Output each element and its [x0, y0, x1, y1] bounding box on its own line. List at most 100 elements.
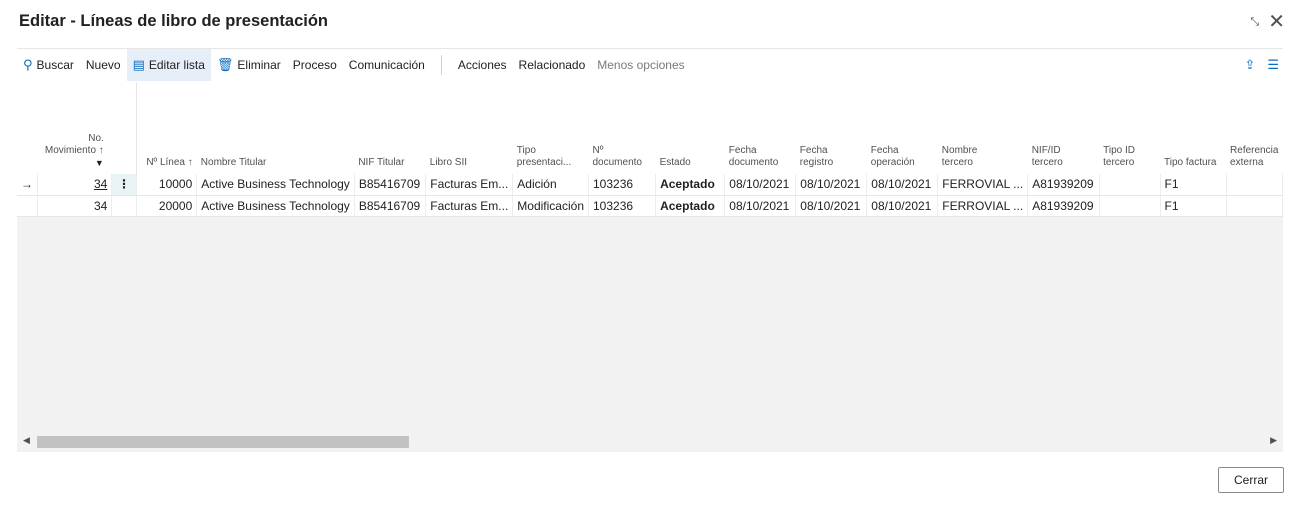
trash-icon: 🗑	[216, 56, 234, 72]
cell-estado[interactable]: Aceptado	[655, 195, 726, 217]
filter-icon[interactable]: ▼	[42, 157, 104, 169]
row-menu-cell[interactable]	[111, 195, 137, 217]
col-estado-label: Estado	[659, 157, 691, 168]
col-no-documento[interactable]: Nº documento	[588, 82, 656, 174]
nuevo-button[interactable]: Nuevo	[80, 49, 127, 81]
acciones-label: Acciones	[457, 57, 507, 72]
cell-no-movimiento[interactable]: 34	[37, 195, 113, 217]
proceso-label: Proceso	[292, 57, 337, 72]
horizontal-scrollbar[interactable]: ◀ ▶	[17, 434, 1283, 450]
title-bar: Editar - Líneas de libro de presentación…	[0, 0, 1299, 46]
relacionado-button[interactable]: Relacionado	[513, 49, 592, 81]
cell-fecha-documento[interactable]: 08/10/2021	[724, 174, 797, 196]
acciones-button[interactable]: Acciones	[452, 49, 513, 81]
cell-libro-sii[interactable]: Facturas Em...	[425, 195, 514, 217]
cell-fecha-operacion[interactable]: 08/10/2021	[866, 174, 939, 196]
search-icon: ⚲	[23, 56, 33, 72]
scroll-left-icon[interactable]: ◀	[23, 435, 30, 446]
cell-tipo-id-tercero[interactable]	[1099, 174, 1161, 196]
list-view-icon[interactable]: ☰	[1267, 57, 1279, 73]
cell-fecha-registro[interactable]: 08/10/2021	[795, 195, 868, 217]
share-icon[interactable]: ⇪	[1244, 57, 1255, 73]
col-fecha-operacion[interactable]: Fecha operación	[866, 82, 938, 174]
window-controls: ⤡ ✕	[1250, 12, 1285, 32]
col-fecha-documento-line2: documento	[728, 157, 779, 168]
cell-no-linea[interactable]: 10000	[136, 174, 198, 196]
col-estado[interactable]: Estado	[655, 82, 725, 174]
scroll-thumb[interactable]	[37, 436, 409, 448]
col-nombre-tercero[interactable]: Nombre tercero	[937, 82, 1028, 174]
cell-tipo-factura[interactable]: F1	[1160, 195, 1227, 217]
col-marker	[17, 82, 38, 174]
col-nif-titular[interactable]: NIF Titular	[354, 82, 426, 174]
cell-no-linea[interactable]: 20000	[136, 195, 198, 217]
cell-nif-tercero[interactable]: A81939209	[1027, 174, 1100, 196]
col-nombre-titular[interactable]: Nombre Titular	[196, 82, 355, 174]
col-no-linea[interactable]: Nº Línea ↑	[136, 82, 197, 174]
col-referencia-externa-line2: externa	[1230, 157, 1264, 168]
cell-nif-tercero[interactable]: A81939209	[1027, 195, 1100, 217]
cell-nombre-titular[interactable]: Active Business Technology	[196, 174, 355, 196]
editar-lista-button[interactable]: ▤ Editar lista	[126, 48, 211, 81]
col-no-movimiento-line2: Movimiento ↑	[44, 145, 104, 156]
collapse-icon[interactable]: ⤡	[1250, 16, 1259, 29]
comunicacion-button[interactable]: Comunicación	[343, 49, 431, 81]
col-tipo-id-tercero[interactable]: Tipo ID tercero	[1099, 82, 1161, 174]
eliminar-button[interactable]: 🗑 Eliminar	[211, 49, 287, 81]
cell-libro-sii[interactable]: Facturas Em...	[425, 174, 514, 196]
scroll-right-icon[interactable]: ▶	[1270, 435, 1277, 446]
col-tipo-factura[interactable]: Tipo factura	[1160, 82, 1227, 174]
cell-no-movimiento[interactable]: 34	[37, 174, 113, 196]
col-nombre-tercero-line2: tercero	[941, 157, 973, 168]
cerrar-button[interactable]: Cerrar	[1218, 467, 1284, 493]
cell-referencia-externa[interactable]	[1226, 174, 1283, 196]
cell-tipo-presentacion[interactable]: Adición	[512, 174, 589, 196]
col-nif-tercero[interactable]: NIF/ID tercero	[1027, 82, 1100, 174]
cell-fecha-operacion[interactable]: 08/10/2021	[866, 195, 939, 217]
cell-no-documento[interactable]: 103236	[588, 174, 657, 196]
cell-nif-titular[interactable]: B85416709	[354, 174, 427, 196]
edit-list-icon: ▤	[132, 56, 145, 72]
cell-tipo-id-tercero[interactable]	[1099, 195, 1161, 217]
table-row[interactable]: 34 20000 Active Business Technology B854…	[17, 195, 1283, 217]
buscar-button[interactable]: ⚲ Buscar	[17, 49, 80, 81]
cell-nombre-tercero[interactable]: FERROVIAL ...	[937, 195, 1029, 217]
close-icon[interactable]: ✕	[1268, 12, 1285, 32]
col-tipo-factura-label: Tipo factura	[1164, 157, 1217, 168]
header-row: No. Movimiento ↑ ▼ Nº Línea ↑ Nombre Tit…	[17, 82, 1283, 174]
cell-estado[interactable]: Aceptado	[655, 174, 726, 196]
col-no-documento-line2: documento	[592, 157, 642, 168]
row-menu-icon[interactable]: ⋮	[111, 174, 137, 196]
col-fecha-operacion-line1: Fecha	[870, 145, 899, 156]
menos-opciones-label: Menos opciones	[597, 57, 685, 72]
cell-referencia-externa[interactable]	[1226, 195, 1283, 217]
action-separator	[440, 54, 442, 75]
nuevo-label: Nuevo	[85, 57, 121, 72]
movimiento-link[interactable]: 34	[94, 177, 107, 191]
col-fecha-documento[interactable]: Fecha documento	[724, 82, 796, 174]
cell-fecha-registro[interactable]: 08/10/2021	[795, 174, 868, 196]
cell-tipo-presentacion[interactable]: Modificación	[512, 195, 589, 217]
table-row[interactable]: → 34 ⋮ 10000 Active Business Technology …	[17, 174, 1283, 196]
cell-fecha-documento[interactable]: 08/10/2021	[724, 195, 797, 217]
cell-nif-titular[interactable]: B85416709	[354, 195, 427, 217]
col-no-movimiento[interactable]: No. Movimiento ↑ ▼	[37, 82, 112, 174]
cell-tipo-factura[interactable]: F1	[1160, 174, 1227, 196]
col-tipo-presentacion[interactable]: Tipo presentaci...	[512, 82, 589, 174]
col-fecha-registro[interactable]: Fecha registro	[795, 82, 867, 174]
col-libro-sii-label: Libro SII	[429, 157, 468, 168]
cell-nombre-titular[interactable]: Active Business Technology	[196, 195, 355, 217]
col-nif-tercero-line2: tercero	[1031, 157, 1063, 168]
proceso-button[interactable]: Proceso	[287, 49, 343, 81]
menos-opciones-button[interactable]: Menos opciones	[591, 49, 690, 81]
page-title: Editar - Líneas de libro de presentación	[19, 12, 328, 30]
col-tipo-id-tercero-line1: Tipo ID	[1103, 145, 1136, 156]
cell-nombre-tercero[interactable]: FERROVIAL ...	[937, 174, 1029, 196]
row-marker	[17, 195, 38, 217]
col-nif-tercero-line1: NIF/ID	[1031, 145, 1061, 156]
col-referencia-externa[interactable]: Referencia externa	[1226, 82, 1283, 174]
buscar-label: Buscar	[36, 57, 74, 72]
col-referencia-externa-line1: Referencia	[1230, 145, 1279, 156]
col-libro-sii[interactable]: Libro SII	[425, 82, 513, 174]
cell-no-documento[interactable]: 103236	[588, 195, 657, 217]
